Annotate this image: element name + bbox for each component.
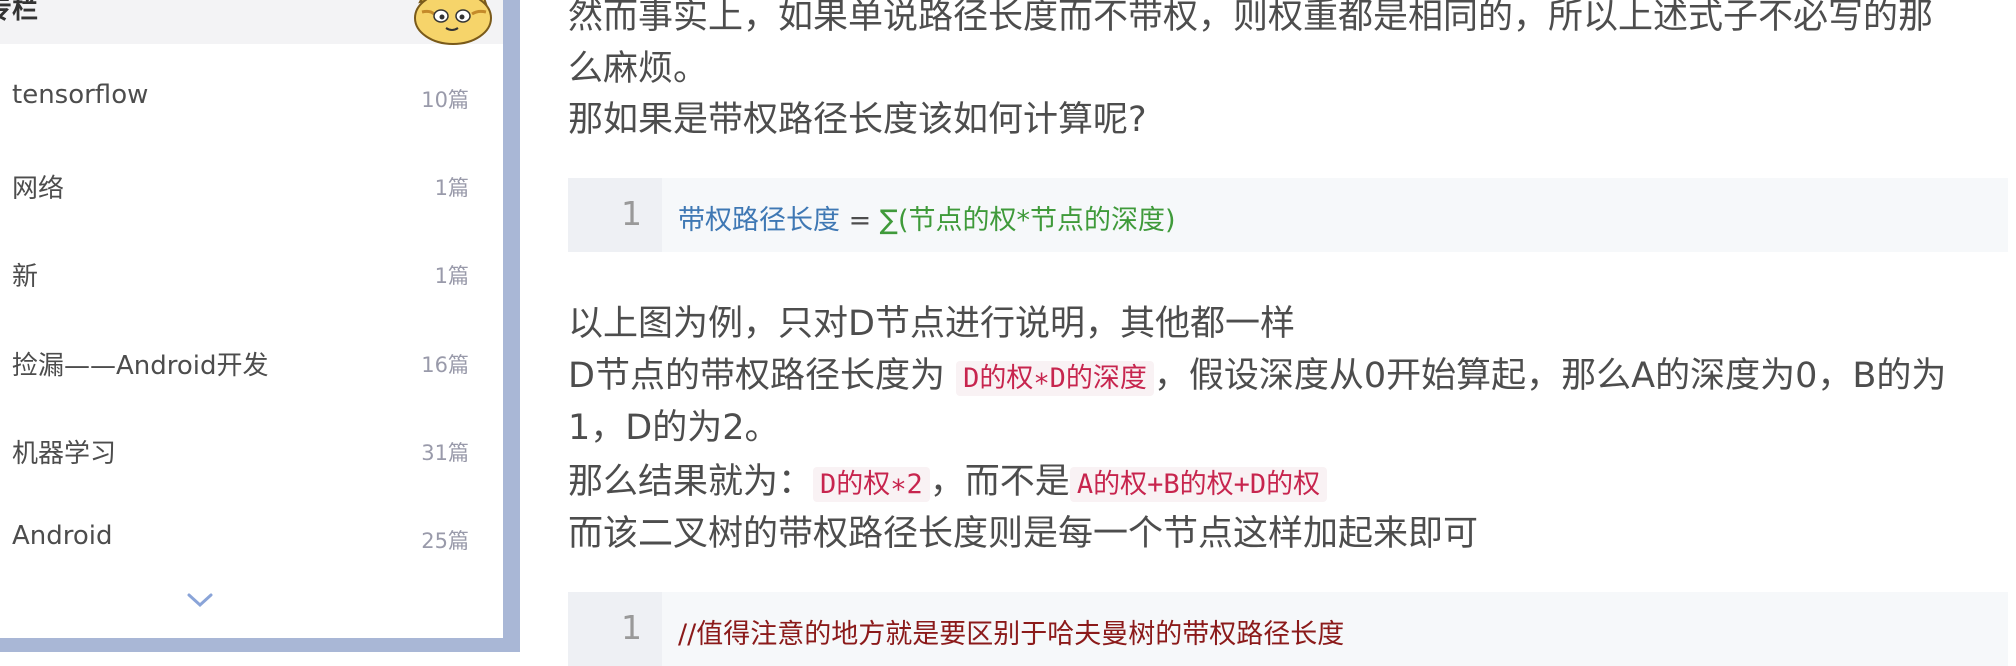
inline-code: A的权+B的权+D的权	[1069, 467, 1328, 502]
inline-code: D的权∗D的深度	[956, 361, 1154, 396]
code-line: 带权路径长度 = ∑(节点的权*节点的深度)	[678, 198, 1176, 237]
category-item[interactable]: 捡漏——Android开发 16篇	[0, 331, 503, 391]
category-name: 新	[12, 262, 39, 292]
paragraph-line: 么麻烦。	[568, 49, 709, 89]
paragraph-line: 以上图为例，只对D节点进行说明，其他都一样	[568, 304, 1295, 344]
code-block: 1 //值得注意的地方就是要区别于哈夫曼树的带权路径长度	[568, 592, 2008, 666]
text-segment: D节点的带权路径长度为	[568, 356, 957, 396]
category-name: tensorflow	[12, 80, 149, 110]
paragraph-line: 那如果是带权路径长度该如何计算呢?	[568, 100, 1147, 140]
category-count: 1篇	[434, 176, 469, 200]
sidebar-title: 专栏	[0, 0, 39, 25]
text-segment: 那么结果就为：	[568, 462, 814, 502]
line-number: 1	[621, 608, 642, 647]
code-line: //值得注意的地方就是要区别于哈夫曼树的带权路径长度	[678, 612, 1344, 651]
category-name: 网络	[12, 174, 65, 204]
category-item[interactable]: 新 1篇	[0, 242, 503, 302]
category-name: 捡漏——Android开发	[12, 351, 269, 381]
category-count: 1篇	[434, 264, 469, 288]
code-gutter: 1	[568, 592, 662, 666]
line-number: 1	[621, 194, 642, 233]
cat-mascot-icon	[414, 0, 492, 45]
category-count: 31篇	[421, 441, 469, 465]
code-gutter: 1	[568, 178, 662, 252]
paragraph-line: D节点的带权路径长度为 D的权∗D的深度 ，假设深度从0开始算起，那么A的深度为0…	[568, 350, 1946, 405]
code-block: 1 带权路径长度 = ∑(节点的权*节点的深度)	[568, 178, 2008, 252]
category-count: 16篇	[421, 353, 469, 377]
text-segment: ，假设深度从0开始算起，那么A的深度为0，B的为	[1153, 356, 1947, 396]
paragraph-line: 然而事实上，如果单说路径长度而不带权，则权重都是相同的，所以上述式子不必写的那	[568, 0, 1934, 37]
code-expression: ∑(节点的权*节点的深度)	[879, 205, 1176, 236]
text-segment: ，而不是	[929, 462, 1070, 502]
sidebar-columns: 专栏 tensorflow 10篇 网络 1篇 新 1篇 捡漏——Android…	[0, 0, 503, 638]
category-item[interactable]: 网络 1篇	[0, 154, 503, 214]
paragraph-line: 1，D的为2。	[568, 408, 780, 448]
category-name: 机器学习	[12, 439, 117, 469]
paragraph-line: 那么结果就为： D的权∗2 ，而不是 A的权+B的权+D的权	[568, 456, 1328, 511]
category-item[interactable]: 机器学习 31篇	[0, 419, 503, 479]
sidebar-header: 专栏	[0, 0, 503, 45]
code-variable: 带权路径长度	[678, 205, 840, 236]
category-count: 10篇	[421, 88, 469, 112]
chevron-down-icon[interactable]	[185, 590, 215, 610]
paragraph-line: 而该二叉树的带权路径长度则是每一个节点这样加起来即可	[568, 514, 1479, 554]
category-name: Android	[12, 521, 113, 551]
category-item[interactable]: tensorflow 10篇	[0, 66, 503, 126]
code-comment: //值得注意的地方就是要区别于哈夫曼树的带权路径长度	[678, 619, 1345, 650]
category-count: 25篇	[421, 529, 469, 553]
code-operator: =	[840, 205, 880, 236]
category-item[interactable]: Android 25篇	[0, 507, 503, 567]
inline-code: D的权∗2	[813, 467, 930, 502]
